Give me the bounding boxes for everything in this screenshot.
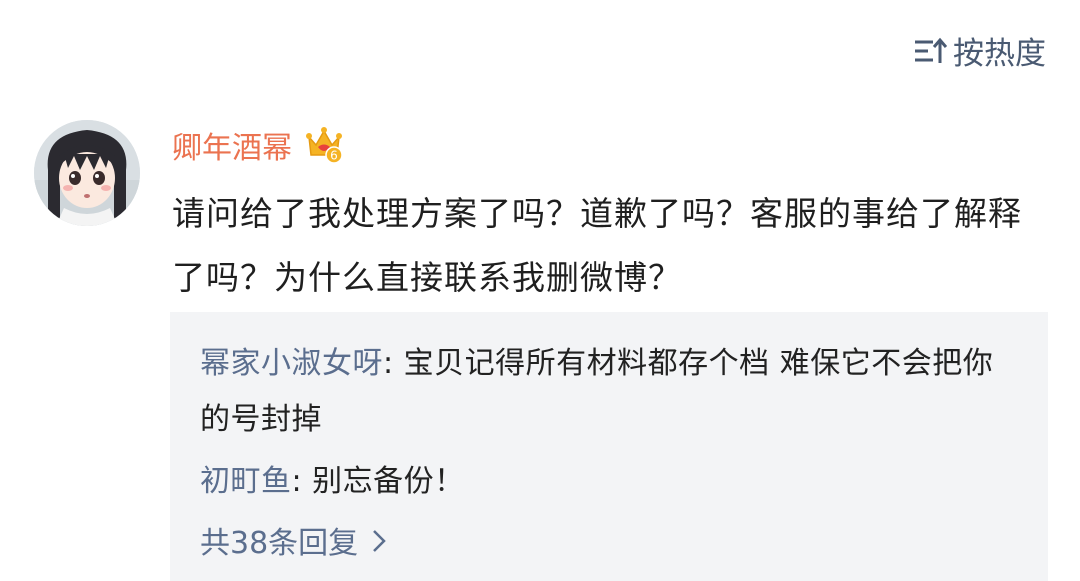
reply-item[interactable]: 幂家小淑女呀: 宝贝记得所有材料都存个档 难保它不会把你的号封掉 xyxy=(200,336,1018,448)
avatar[interactable] xyxy=(34,120,140,226)
crown-level-badge-icon[interactable]: 6 xyxy=(304,125,344,165)
reply-text: 别忘备份！ xyxy=(312,464,465,499)
comment-username[interactable]: 卿年酒幂 xyxy=(172,123,292,167)
replies-box[interactable]: 幂家小淑女呀: 宝贝记得所有材料都存个档 难保它不会把你的号封掉 初町鱼: 别忘… xyxy=(170,312,1048,581)
reply-separator: : xyxy=(383,346,404,381)
reply-author[interactable]: 幂家小淑女呀 xyxy=(200,346,383,381)
comment: 卿年酒幂 6 请问给了我处理方案了吗？道歉了吗？客服的事给了解释了吗？为什么直接… xyxy=(172,118,1052,310)
sort-by-hot-button[interactable]: 按热度 xyxy=(913,28,1046,73)
more-replies-label: 共38条回复 xyxy=(200,526,359,561)
reply-separator: : xyxy=(291,464,313,499)
more-replies-link[interactable]: 共38条回复 xyxy=(200,518,386,570)
comment-text: 请问给了我处理方案了吗？道歉了吗？客服的事给了解释了吗？为什么直接联系我删微博？ xyxy=(172,194,1022,297)
reply-item[interactable]: 初町鱼: 别忘备份！ xyxy=(200,454,1018,510)
badge-level: 6 xyxy=(330,149,338,163)
chevron-right-icon xyxy=(372,518,386,570)
sort-lines-up-icon xyxy=(913,36,947,66)
reply-author[interactable]: 初町鱼 xyxy=(200,464,292,499)
sort-label: 按热度 xyxy=(953,36,1046,72)
comment-header: 卿年酒幂 6 xyxy=(172,118,1052,172)
